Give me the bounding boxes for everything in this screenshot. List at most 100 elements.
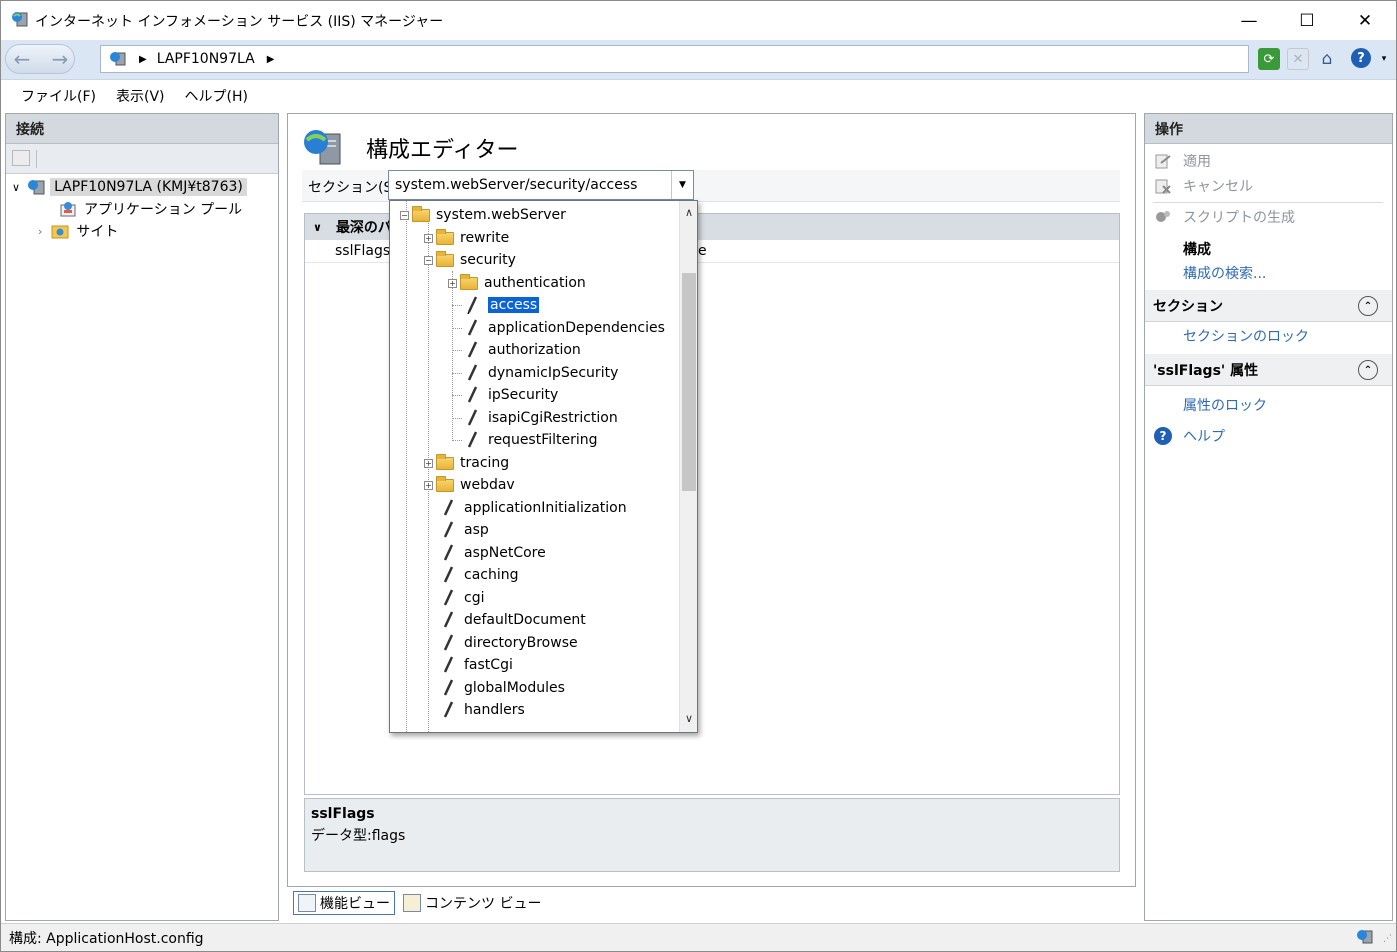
breadcrumb-separator-icon[interactable]: ▶ — [267, 54, 275, 65]
tree-item-server[interactable]: ∨ LAPF10N97LA (KMJ¥t8763) — [12, 176, 247, 198]
chevron-down-icon[interactable]: ∨ — [12, 181, 20, 194]
grid-row-label: sslFlags — [335, 243, 391, 259]
tree-line — [452, 305, 462, 306]
dd-item-application-dependencies[interactable]: applicationDependencies — [464, 317, 665, 339]
section-combobox[interactable]: system.webServer/security/access ▼ — [388, 170, 694, 200]
generate-script-action[interactable]: スクリプトの生成 — [1153, 205, 1295, 229]
stop-icon[interactable]: ✕ — [1287, 48, 1309, 70]
config-editor-icon — [302, 128, 346, 168]
tree-line — [452, 440, 462, 441]
grid-row-sslflags[interactable]: sslFlags — [335, 240, 390, 262]
folder-icon — [436, 250, 454, 267]
section-dropdown[interactable]: − system.webServer + rewrite − security … — [389, 200, 698, 733]
desc-type: データ型:flags — [311, 828, 406, 844]
connect-icon[interactable] — [12, 150, 30, 166]
back-arrow-icon[interactable]: ← — [7, 45, 37, 73]
grid-row-value[interactable]: e — [698, 240, 707, 262]
divider — [1153, 202, 1383, 203]
folder-icon — [436, 228, 454, 245]
chevron-right-icon[interactable]: › — [38, 225, 42, 238]
expand-icon[interactable]: + — [424, 480, 433, 490]
dropdown-scrollbar[interactable]: ∧ ∨ — [679, 201, 697, 732]
cancel-action[interactable]: キャンセル — [1153, 174, 1253, 198]
dd-item-tracing[interactable]: + tracing — [424, 452, 509, 474]
scroll-up-icon[interactable]: ∧ — [680, 203, 697, 221]
expand-icon[interactable]: + — [448, 278, 457, 288]
dd-item-asp[interactable]: asp — [440, 519, 489, 541]
dd-item-default-document[interactable]: defaultDocument — [440, 609, 586, 631]
dd-item-request-filtering[interactable]: requestFiltering — [464, 429, 598, 451]
lock-attr-link[interactable]: 属性のロック — [1183, 393, 1267, 417]
dd-item-security[interactable]: − security — [424, 249, 516, 271]
pencil-icon — [464, 409, 480, 427]
tree-item-sites[interactable]: › サイト — [38, 220, 118, 242]
collapse-icon[interactable]: ⌃ — [1358, 296, 1378, 316]
home-icon[interactable]: ⌂ — [1316, 48, 1338, 70]
menu-file[interactable]: ファイル(F) — [21, 86, 96, 106]
search-config-link[interactable]: 構成の検索... — [1183, 261, 1266, 285]
forward-arrow-icon[interactable]: → — [45, 45, 75, 73]
collapse-icon[interactable]: − — [424, 255, 433, 265]
section-group-header[interactable]: セクション ⌃ — [1145, 290, 1392, 322]
tab-features-view[interactable]: 機能ビュー — [293, 891, 395, 915]
dd-item-directory-browse[interactable]: directoryBrowse — [440, 632, 578, 654]
section-row: セクション(S): system.webServer/security/acce… — [302, 170, 1120, 202]
dd-label: isapiCgiRestriction — [488, 410, 618, 426]
dd-label: rewrite — [460, 230, 510, 246]
close-button[interactable]: ✕ — [1336, 1, 1394, 40]
dd-item-caching[interactable]: caching — [440, 564, 519, 586]
actions-title: 操作 — [1145, 114, 1392, 144]
pencil-icon — [464, 296, 480, 314]
expand-icon[interactable]: + — [424, 233, 433, 243]
dd-item-authentication[interactable]: + authentication — [448, 272, 586, 294]
menu-view[interactable]: 表示(V) — [116, 86, 165, 106]
collapse-icon[interactable]: ∨ — [313, 221, 322, 234]
app-pools-label: アプリケーション プール — [84, 202, 243, 218]
dd-item-rewrite[interactable]: + rewrite — [424, 227, 509, 249]
minimize-button[interactable]: — — [1220, 1, 1278, 40]
scroll-thumb[interactable] — [682, 273, 696, 491]
dd-item-system-webserver[interactable]: − system.webServer — [400, 204, 566, 226]
breadcrumb-server[interactable]: LAPF10N97LA — [157, 51, 255, 67]
collapse-icon[interactable]: − — [400, 210, 409, 220]
lock-section-link[interactable]: セクションのロック — [1183, 324, 1309, 348]
dd-item-ip-security[interactable]: ipSecurity — [464, 384, 558, 406]
dd-item-fastcgi[interactable]: fastCgi — [440, 654, 513, 676]
dd-item-authorization[interactable]: authorization — [464, 339, 581, 361]
resize-grip-icon[interactable]: ⋰ — [1383, 934, 1392, 944]
dd-item-global-modules[interactable]: globalModules — [440, 677, 565, 699]
dd-item-application-initialization[interactable]: applicationInitialization — [440, 497, 627, 519]
dd-item-handlers[interactable]: handlers — [440, 699, 525, 721]
tree-line — [452, 271, 453, 441]
dd-item-webdav[interactable]: + webdav — [424, 474, 515, 496]
refresh-icon[interactable]: ⟳ — [1258, 48, 1280, 70]
breadcrumb[interactable]: ▶ LAPF10N97LA ▶ — [100, 45, 1249, 73]
maximize-button[interactable]: ☐ — [1278, 1, 1336, 40]
actions-pane: 操作 適用 キャンセル スクリプトの生成 構成 構成の検索... セクション ⌃… — [1144, 113, 1393, 921]
dd-item-access[interactable]: access — [464, 294, 541, 316]
help-dropdown-icon[interactable]: ▾ — [1373, 48, 1395, 70]
help-action[interactable]: ? ヘルプ — [1153, 424, 1225, 448]
help-icon[interactable]: ? — [1351, 48, 1371, 68]
generate-script-label: スクリプトの生成 — [1183, 210, 1295, 226]
collapse-icon[interactable]: ⌃ — [1358, 360, 1378, 380]
tree-line — [452, 350, 462, 351]
scroll-down-icon[interactable]: ∨ — [680, 709, 697, 727]
tab-content-view[interactable]: コンテンツ ビュー — [399, 891, 545, 915]
dd-label: dynamicIpSecurity — [488, 365, 619, 381]
dd-label: directoryBrowse — [464, 635, 578, 651]
apply-action[interactable]: 適用 — [1153, 149, 1211, 173]
pencil-icon — [440, 566, 456, 584]
dd-item-dynamic-ip-security[interactable]: dynamicIpSecurity — [464, 362, 618, 384]
menu-help[interactable]: ヘルプ(H) — [185, 86, 248, 106]
breadcrumb-separator-icon[interactable]: ▶ — [139, 54, 147, 65]
chevron-down-icon[interactable]: ▼ — [671, 171, 693, 199]
dd-item-cgi[interactable]: cgi — [440, 587, 484, 609]
dd-item-aspnetcore[interactable]: aspNetCore — [440, 542, 546, 564]
attr-group-header[interactable]: 'sslFlags' 属性 ⌃ — [1145, 354, 1392, 386]
tab-content-label: コンテンツ ビュー — [425, 896, 542, 912]
expand-icon[interactable]: + — [424, 458, 433, 468]
dd-item-isapi-cgi-restriction[interactable]: isapiCgiRestriction — [464, 407, 618, 429]
status-text: 構成: ApplicationHost.config — [9, 930, 204, 947]
tree-item-app-pools[interactable]: アプリケーション プール — [58, 198, 242, 220]
